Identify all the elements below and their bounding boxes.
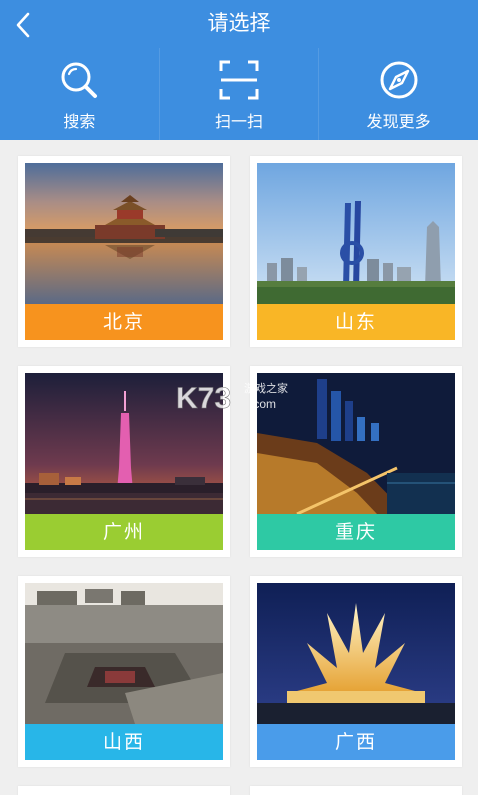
city-card-beijing[interactable]: 北京 (18, 156, 230, 347)
city-grid: 北京 山东 广州 重庆 山西 广西 (0, 140, 478, 795)
city-card-shanxi[interactable]: 山西 (18, 576, 230, 767)
city-photo-shandong (257, 163, 455, 304)
city-name-beijing: 北京 (25, 304, 223, 340)
city-card-next-right[interactable] (250, 786, 462, 795)
discover-label: 发现更多 (366, 112, 431, 131)
city-name-shanxi: 山西 (25, 724, 223, 760)
compass-icon (380, 61, 418, 99)
app-header: 请选择 搜索 扫一扫 发现更多 (0, 0, 478, 140)
city-name-chongqing: 重庆 (257, 514, 455, 550)
page-title: 请选择 (207, 11, 271, 35)
city-card-next[interactable] (18, 786, 230, 795)
search-label: 搜索 (63, 112, 96, 131)
city-photo-chongqing (257, 373, 455, 514)
city-name-shandong: 山东 (257, 304, 455, 340)
discover-more-button[interactable]: 发现更多 (318, 48, 478, 140)
city-card-guangzhou[interactable]: 广州 (18, 366, 230, 557)
scan-icon (219, 60, 259, 100)
city-photo-shanxi (25, 583, 223, 724)
search-button[interactable]: 搜索 (0, 48, 159, 140)
scan-label: 扫一扫 (215, 112, 264, 131)
scan-button[interactable]: 扫一扫 (158, 48, 319, 140)
city-card-guangxi[interactable]: 广西 (250, 576, 462, 767)
city-photo-guangzhou (25, 373, 223, 514)
city-card-shandong[interactable]: 山东 (250, 156, 462, 347)
city-photo-beijing (25, 163, 223, 304)
toolbar: 搜索 扫一扫 发现更多 (0, 48, 478, 140)
city-name-guangzhou: 广州 (25, 514, 223, 550)
search-icon (61, 62, 98, 98)
city-card-chongqing[interactable]: 重庆 (250, 366, 462, 557)
city-name-guangxi: 广西 (257, 724, 455, 760)
city-photo-guangxi (257, 583, 455, 724)
